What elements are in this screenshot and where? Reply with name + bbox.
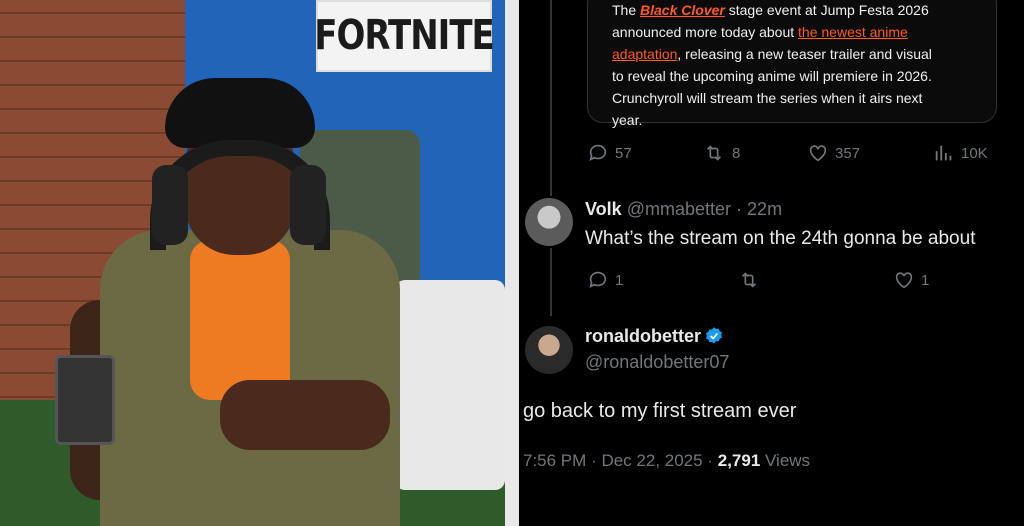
analytics-icon xyxy=(935,145,952,161)
white-chair xyxy=(395,280,505,490)
like-button[interactable]: 1 xyxy=(893,269,929,291)
views-label: Views xyxy=(765,451,811,470)
timestamp[interactable]: 22m xyxy=(747,199,782,219)
separator: · xyxy=(736,199,743,219)
stream-photo: FORTNITE xyxy=(0,0,505,526)
reply-header: Volk @mmabetter · 22m xyxy=(585,198,782,220)
handle[interactable]: @mmabetter xyxy=(627,199,731,219)
card-link[interactable]: adaptation xyxy=(612,46,677,62)
main-tweet-text: go back to my first stream ever xyxy=(523,400,797,422)
reply-icon xyxy=(589,271,607,288)
retweet-button[interactable]: 8 xyxy=(702,142,740,164)
thread-line xyxy=(550,248,552,316)
tweet-meta: 7:56 PM · Dec 22, 2025 · 2,791 Views xyxy=(523,450,810,472)
retweet-icon xyxy=(741,272,757,288)
reply-button[interactable]: 1 xyxy=(587,269,623,291)
card-highlight[interactable]: Black Clover xyxy=(640,2,725,18)
fortnite-banner: FORTNITE xyxy=(314,0,495,72)
avatar[interactable] xyxy=(525,198,573,246)
card-text: The xyxy=(612,2,641,18)
separator: · xyxy=(591,451,597,470)
retweet-icon xyxy=(706,145,722,161)
display-name[interactable]: ronaldobetter xyxy=(585,326,701,346)
retweet-button[interactable] xyxy=(737,269,761,291)
media-card[interactable]: The Black Clover stage event at Jump Fes… xyxy=(587,0,997,128)
main-header: ronaldobetter xyxy=(585,325,724,347)
reply-button[interactable]: 57 xyxy=(587,142,632,164)
card-text: to reveal the upcoming anime will premie… xyxy=(612,68,932,84)
like-count: 1 xyxy=(921,271,930,289)
card-text: Crunchyroll will stream the series when … xyxy=(612,90,923,106)
like-count: 357 xyxy=(835,144,861,162)
avatar[interactable] xyxy=(525,326,573,374)
card-text: announced more today about xyxy=(612,24,799,40)
views-button[interactable]: 10K xyxy=(933,142,988,164)
hands xyxy=(220,380,390,450)
arm-device xyxy=(55,355,115,445)
reply-count: 57 xyxy=(615,144,632,162)
view-count: 10K xyxy=(961,144,988,162)
banner-text: FORTNITE xyxy=(314,12,494,60)
tweet-date[interactable]: Dec 22, 2025 xyxy=(601,451,702,470)
orange-bandana xyxy=(190,240,290,400)
verified-badge-icon xyxy=(706,327,723,344)
reply-count: 1 xyxy=(615,271,624,289)
headphone-pad-left xyxy=(152,165,188,245)
like-button[interactable]: 357 xyxy=(807,142,860,164)
reply-icon xyxy=(589,144,607,161)
handle[interactable]: @ronaldobetter07 xyxy=(585,351,729,373)
view-count: 2,791 xyxy=(717,451,761,470)
divider xyxy=(505,0,519,526)
card-text: year. xyxy=(612,112,643,128)
display-name[interactable]: Volk xyxy=(585,199,622,219)
card-link[interactable]: the newest anime xyxy=(798,24,908,40)
thread-line xyxy=(550,0,552,196)
heart-icon xyxy=(895,272,913,289)
retweet-count: 8 xyxy=(732,144,741,162)
reply-text: What’s the stream on the 24th gonna be a… xyxy=(585,228,976,249)
separator: · xyxy=(707,451,713,470)
card-text: , releasing a new teaser trailer and vis… xyxy=(677,46,932,62)
card-text: stage event at Jump Festa 2026 xyxy=(724,2,929,18)
headphone-pad-right xyxy=(290,165,326,245)
tweet-time[interactable]: 7:56 PM xyxy=(523,451,586,470)
heart-icon xyxy=(809,145,827,162)
hair xyxy=(165,78,315,148)
tweet-thread: The Black Clover stage event at Jump Fes… xyxy=(519,0,1024,526)
